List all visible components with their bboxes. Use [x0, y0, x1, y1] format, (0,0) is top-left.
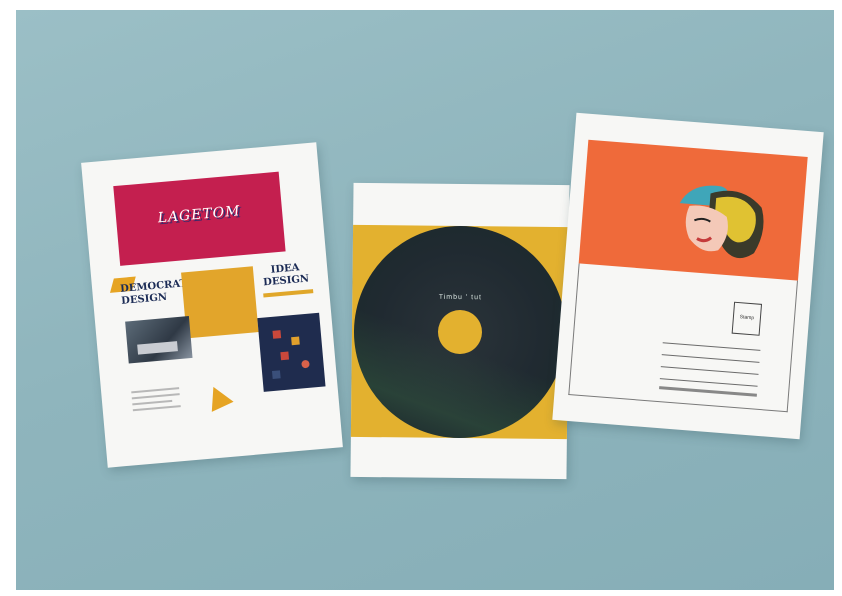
cd-sleeve-mockup: Timbu ' tut — [350, 182, 570, 480]
brochure-yellow-block — [181, 266, 259, 339]
brochure-text-line — [132, 405, 181, 412]
photo-background: LAGETOM DEMOCRATIC DESIGN IDEA DESIGN Ti… — [16, 10, 834, 590]
brochure-pattern-panel — [257, 312, 326, 392]
pop-art-face-illustration — [679, 185, 764, 259]
brochure-yellow-triangle — [202, 381, 234, 412]
stamp-label: Stamp — [739, 314, 755, 322]
brochure-text-line — [131, 393, 180, 400]
brochure-banner-title: LAGETOM — [157, 203, 242, 227]
pattern-square — [280, 351, 290, 361]
stamp-box: Stamp — [731, 301, 763, 336]
postcard-artwork — [578, 139, 808, 281]
vinyl-disc: Timbu ' tut — [352, 224, 568, 440]
pattern-square — [271, 370, 281, 379]
brochure-text-line — [132, 399, 173, 406]
disc-label-text: Timbu ' tut — [438, 293, 482, 302]
pattern-square — [291, 336, 300, 346]
brochure-mockup: LAGETOM DEMOCRATIC DESIGN IDEA DESIGN — [81, 142, 343, 468]
pattern-square — [272, 330, 282, 339]
brochure-bedroom-photo — [125, 316, 193, 364]
brochure-banner: LAGETOM — [113, 171, 286, 266]
brochure-right-heading: IDEA DESIGN — [262, 262, 310, 289]
pattern-dot — [301, 359, 310, 369]
brochure-text-line — [131, 387, 180, 394]
brochure-left-heading: DEMOCRATIC DESIGN — [119, 277, 201, 307]
postcard-mockup: Stamp — [552, 112, 824, 440]
disc-center-label — [437, 309, 483, 355]
brochure-accent-bar — [263, 289, 314, 298]
